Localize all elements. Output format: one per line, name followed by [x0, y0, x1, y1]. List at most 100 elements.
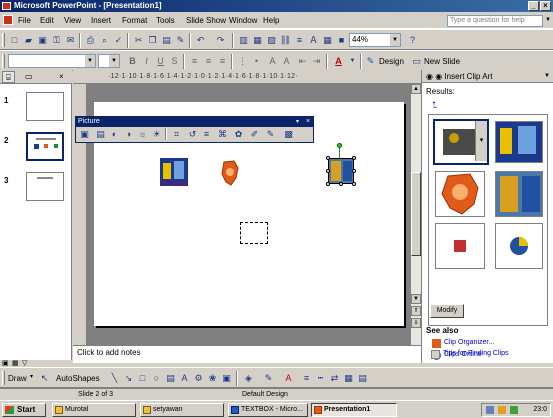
numbering-icon[interactable]: ⋮ [236, 55, 249, 68]
tray-app-icon[interactable] [510, 406, 518, 414]
more-contrast-icon[interactable]: ◐ [108, 128, 121, 141]
scroll-up-icon[interactable]: ▲ [411, 84, 421, 94]
close-toolbar-icon[interactable]: × [306, 117, 310, 127]
expand-all-icon[interactable]: ≡ [293, 34, 306, 47]
clipart-result-1-selected[interactable]: ▾ [433, 119, 489, 165]
insert-hyperlink-icon[interactable]: ⛓ [279, 34, 292, 47]
resize-handle[interactable] [339, 182, 343, 186]
insert-picture-icon[interactable]: ▣ [220, 372, 233, 385]
start-button[interactable]: Start [2, 403, 46, 417]
print-icon[interactable]: ⎙ [84, 34, 97, 47]
recolor-picture-icon[interactable]: ✿ [232, 128, 245, 141]
more-brightness-icon[interactable]: ☼ [136, 128, 149, 141]
draw-menu[interactable]: Draw [8, 374, 27, 383]
outline-tab[interactable]: ⌸ [2, 71, 15, 83]
autoshapes-menu[interactable]: AutoShapes [56, 374, 100, 383]
forward-icon[interactable]: ◉ [435, 72, 442, 81]
scroll-thumb[interactable] [411, 172, 421, 256]
insert-diagram-icon[interactable]: ⚙ [192, 372, 205, 385]
set-transparent-color-icon[interactable]: ✎ [264, 128, 277, 141]
clipart-orange-shape[interactable] [220, 160, 240, 186]
arrow-style-icon[interactable]: ⇄ [328, 372, 341, 385]
resize-handle[interactable] [326, 169, 330, 173]
powerpoint-app-icon[interactable] [2, 2, 11, 10]
taskbar-button-presentation1[interactable]: Presentation1 [311, 403, 397, 417]
redo-icon[interactable]: ↷ [214, 34, 227, 47]
align-center-icon[interactable]: ≡ [202, 55, 215, 68]
new-slide-icon[interactable]: ▭ [410, 55, 423, 68]
toolbar-grip[interactable] [2, 33, 5, 47]
cut-icon[interactable]: ✂ [132, 34, 145, 47]
menu-format[interactable]: Format [122, 16, 147, 25]
clock[interactable]: 23:0 [533, 406, 547, 413]
paste-icon[interactable]: ▤ [160, 34, 173, 47]
decrease-indent-icon[interactable]: ⇤ [296, 55, 309, 68]
clip-organizer-link[interactable]: Clip Organizer... [432, 339, 494, 348]
font-dropdown-icon[interactable]: ▼ [85, 55, 95, 67]
taskbar-button-textbox[interactable]: TEXTBOX - Micro... [228, 403, 308, 417]
design-button[interactable]: Design [379, 57, 404, 66]
text-box-icon[interactable]: ▤ [164, 372, 177, 385]
insert-clip-art-icon[interactable]: ❀ [206, 372, 219, 385]
increase-indent-icon[interactable]: ⇥ [310, 55, 323, 68]
help-icon[interactable]: ? [406, 34, 419, 47]
slide-thumbnail-2[interactable] [26, 132, 64, 161]
font-color-dropdown-icon[interactable]: ▼ [346, 55, 359, 68]
draw-dropdown-icon[interactable]: ▾ [30, 373, 33, 380]
toolbar-grip[interactable] [2, 54, 5, 68]
fill-color-icon[interactable]: ◈ [242, 372, 255, 385]
line-style-icon[interactable]: ≡ [300, 372, 313, 385]
back-icon[interactable]: ◉ [426, 72, 433, 81]
slide-thumbnail-3[interactable] [26, 172, 64, 201]
task-pane-title[interactable]: Insert Clip Art [444, 72, 492, 81]
slide-show-view-icon[interactable]: ▽ [22, 359, 27, 367]
rotate-handle[interactable] [337, 143, 342, 148]
copy-icon[interactable]: ❐ [146, 34, 159, 47]
menu-help[interactable]: Help [263, 16, 279, 25]
align-right-icon[interactable]: ≡ [216, 55, 229, 68]
font-color-icon[interactable]: A [332, 55, 345, 68]
ask-question-input[interactable]: Type a question for help [447, 15, 543, 27]
resize-handle[interactable] [352, 169, 356, 173]
minimize-button[interactable]: _ [528, 1, 539, 11]
zoom-dropdown-icon[interactable]: ▼ [390, 34, 400, 46]
color-icon[interactable]: ▤ [94, 128, 107, 141]
volume-icon[interactable] [498, 406, 506, 414]
previous-slide-icon[interactable]: ⇑ [411, 306, 421, 316]
vertical-scrollbar[interactable]: ▲ ▼ ⇑ ⇓ [410, 84, 421, 345]
line-icon[interactable]: ╲ [108, 372, 121, 385]
arrow-icon[interactable]: ↘ [122, 372, 135, 385]
next-slide-icon[interactable]: ⇓ [411, 318, 421, 328]
normal-view-icon[interactable]: ▣ [2, 359, 9, 367]
toolbar-options-icon[interactable]: ▾ [296, 117, 299, 127]
line-color-icon[interactable]: ✎ [262, 372, 275, 385]
compress-pictures-icon[interactable]: ⌘ [216, 128, 229, 141]
size-dropdown-icon[interactable]: ▼ [109, 55, 119, 67]
clipart-result-3[interactable] [435, 171, 485, 217]
align-left-icon[interactable]: ≡ [188, 55, 201, 68]
email-icon[interactable]: ✉ [64, 34, 77, 47]
italic-icon[interactable]: I [140, 55, 153, 68]
spelling-icon[interactable]: ✓ [112, 34, 125, 47]
ask-dropdown-icon[interactable]: ▼ [545, 17, 551, 23]
resize-handle[interactable] [326, 156, 330, 160]
menu-file[interactable]: File [18, 16, 31, 25]
shadow-style-icon[interactable]: ▦ [342, 372, 355, 385]
tables-borders-icon[interactable]: ▧ [265, 34, 278, 47]
menu-view[interactable]: View [64, 16, 81, 25]
format-picture-icon[interactable]: ✐ [248, 128, 261, 141]
clipart-result-5[interactable] [435, 223, 485, 269]
rectangle-icon[interactable]: □ [136, 372, 149, 385]
rotate-left-icon[interactable]: ↺ [186, 128, 199, 141]
menu-window[interactable]: Window [229, 16, 257, 25]
menu-tools[interactable]: Tools [156, 16, 175, 25]
scroll-down-icon[interactable]: ▼ [411, 294, 421, 304]
taskbar-button-setyawan[interactable]: setyawan [140, 403, 224, 417]
new-slide-button[interactable]: New Slide [424, 57, 460, 66]
slide-thumbnail-1[interactable] [26, 92, 64, 121]
show-grid-icon[interactable]: ▦ [321, 34, 334, 47]
reset-picture-icon[interactable]: ▩ [282, 128, 295, 141]
menu-slide-show[interactable]: Slide Show [186, 16, 226, 25]
underline-icon[interactable]: U [154, 55, 167, 68]
permission-icon[interactable]: ⚿ [50, 34, 63, 47]
